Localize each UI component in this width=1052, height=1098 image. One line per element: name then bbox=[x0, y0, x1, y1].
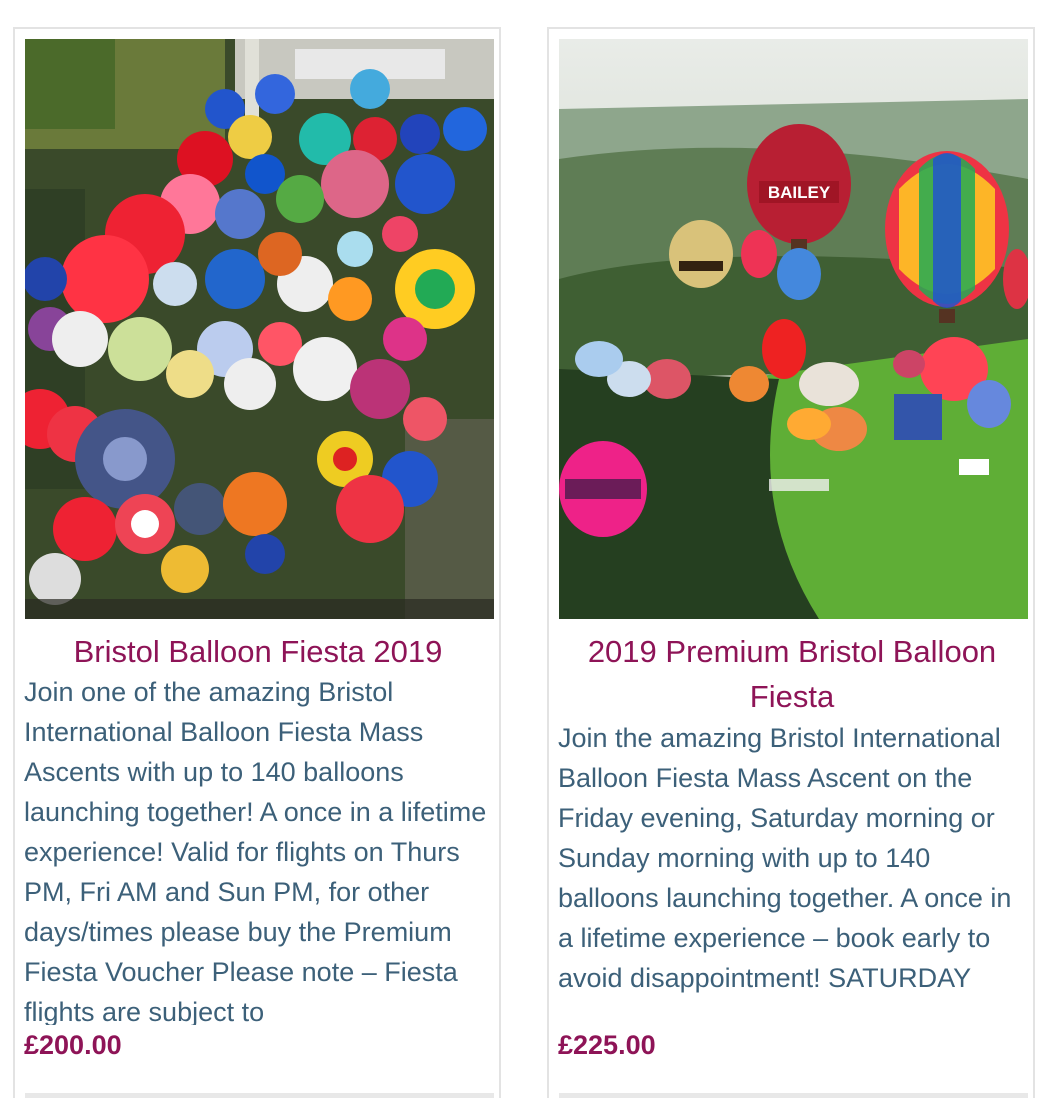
product-title[interactable]: Bristol Balloon Fiesta 2019 bbox=[23, 629, 493, 674]
add-to-cart-button[interactable] bbox=[25, 1093, 494, 1098]
product-image[interactable] bbox=[25, 39, 494, 619]
product-price: £225.00 bbox=[558, 1030, 656, 1060]
balloon-lettering: BAILEY bbox=[768, 183, 831, 202]
product-grid: Bristol Balloon Fiesta 2019 Join one of … bbox=[0, 0, 1052, 1098]
product-card[interactable]: BAILEY 2019 Premium Bristol Balloon Fies… bbox=[547, 27, 1035, 1098]
product-description: Join the amazing Bristol International B… bbox=[558, 723, 1012, 993]
product-price: £200.00 bbox=[24, 1030, 122, 1060]
product-card[interactable]: Bristol Balloon Fiesta 2019 Join one of … bbox=[13, 27, 501, 1098]
add-to-cart-button[interactable] bbox=[559, 1093, 1028, 1098]
product-description: Join one of the amazing Bristol Internat… bbox=[24, 677, 487, 1025]
product-image[interactable]: BAILEY bbox=[559, 39, 1028, 619]
aerial-balloon-field-photo bbox=[25, 39, 494, 619]
balloons-over-hills-photo: BAILEY bbox=[559, 39, 1028, 619]
product-title[interactable]: 2019 Premium Bristol Balloon Fiesta bbox=[557, 629, 1027, 719]
